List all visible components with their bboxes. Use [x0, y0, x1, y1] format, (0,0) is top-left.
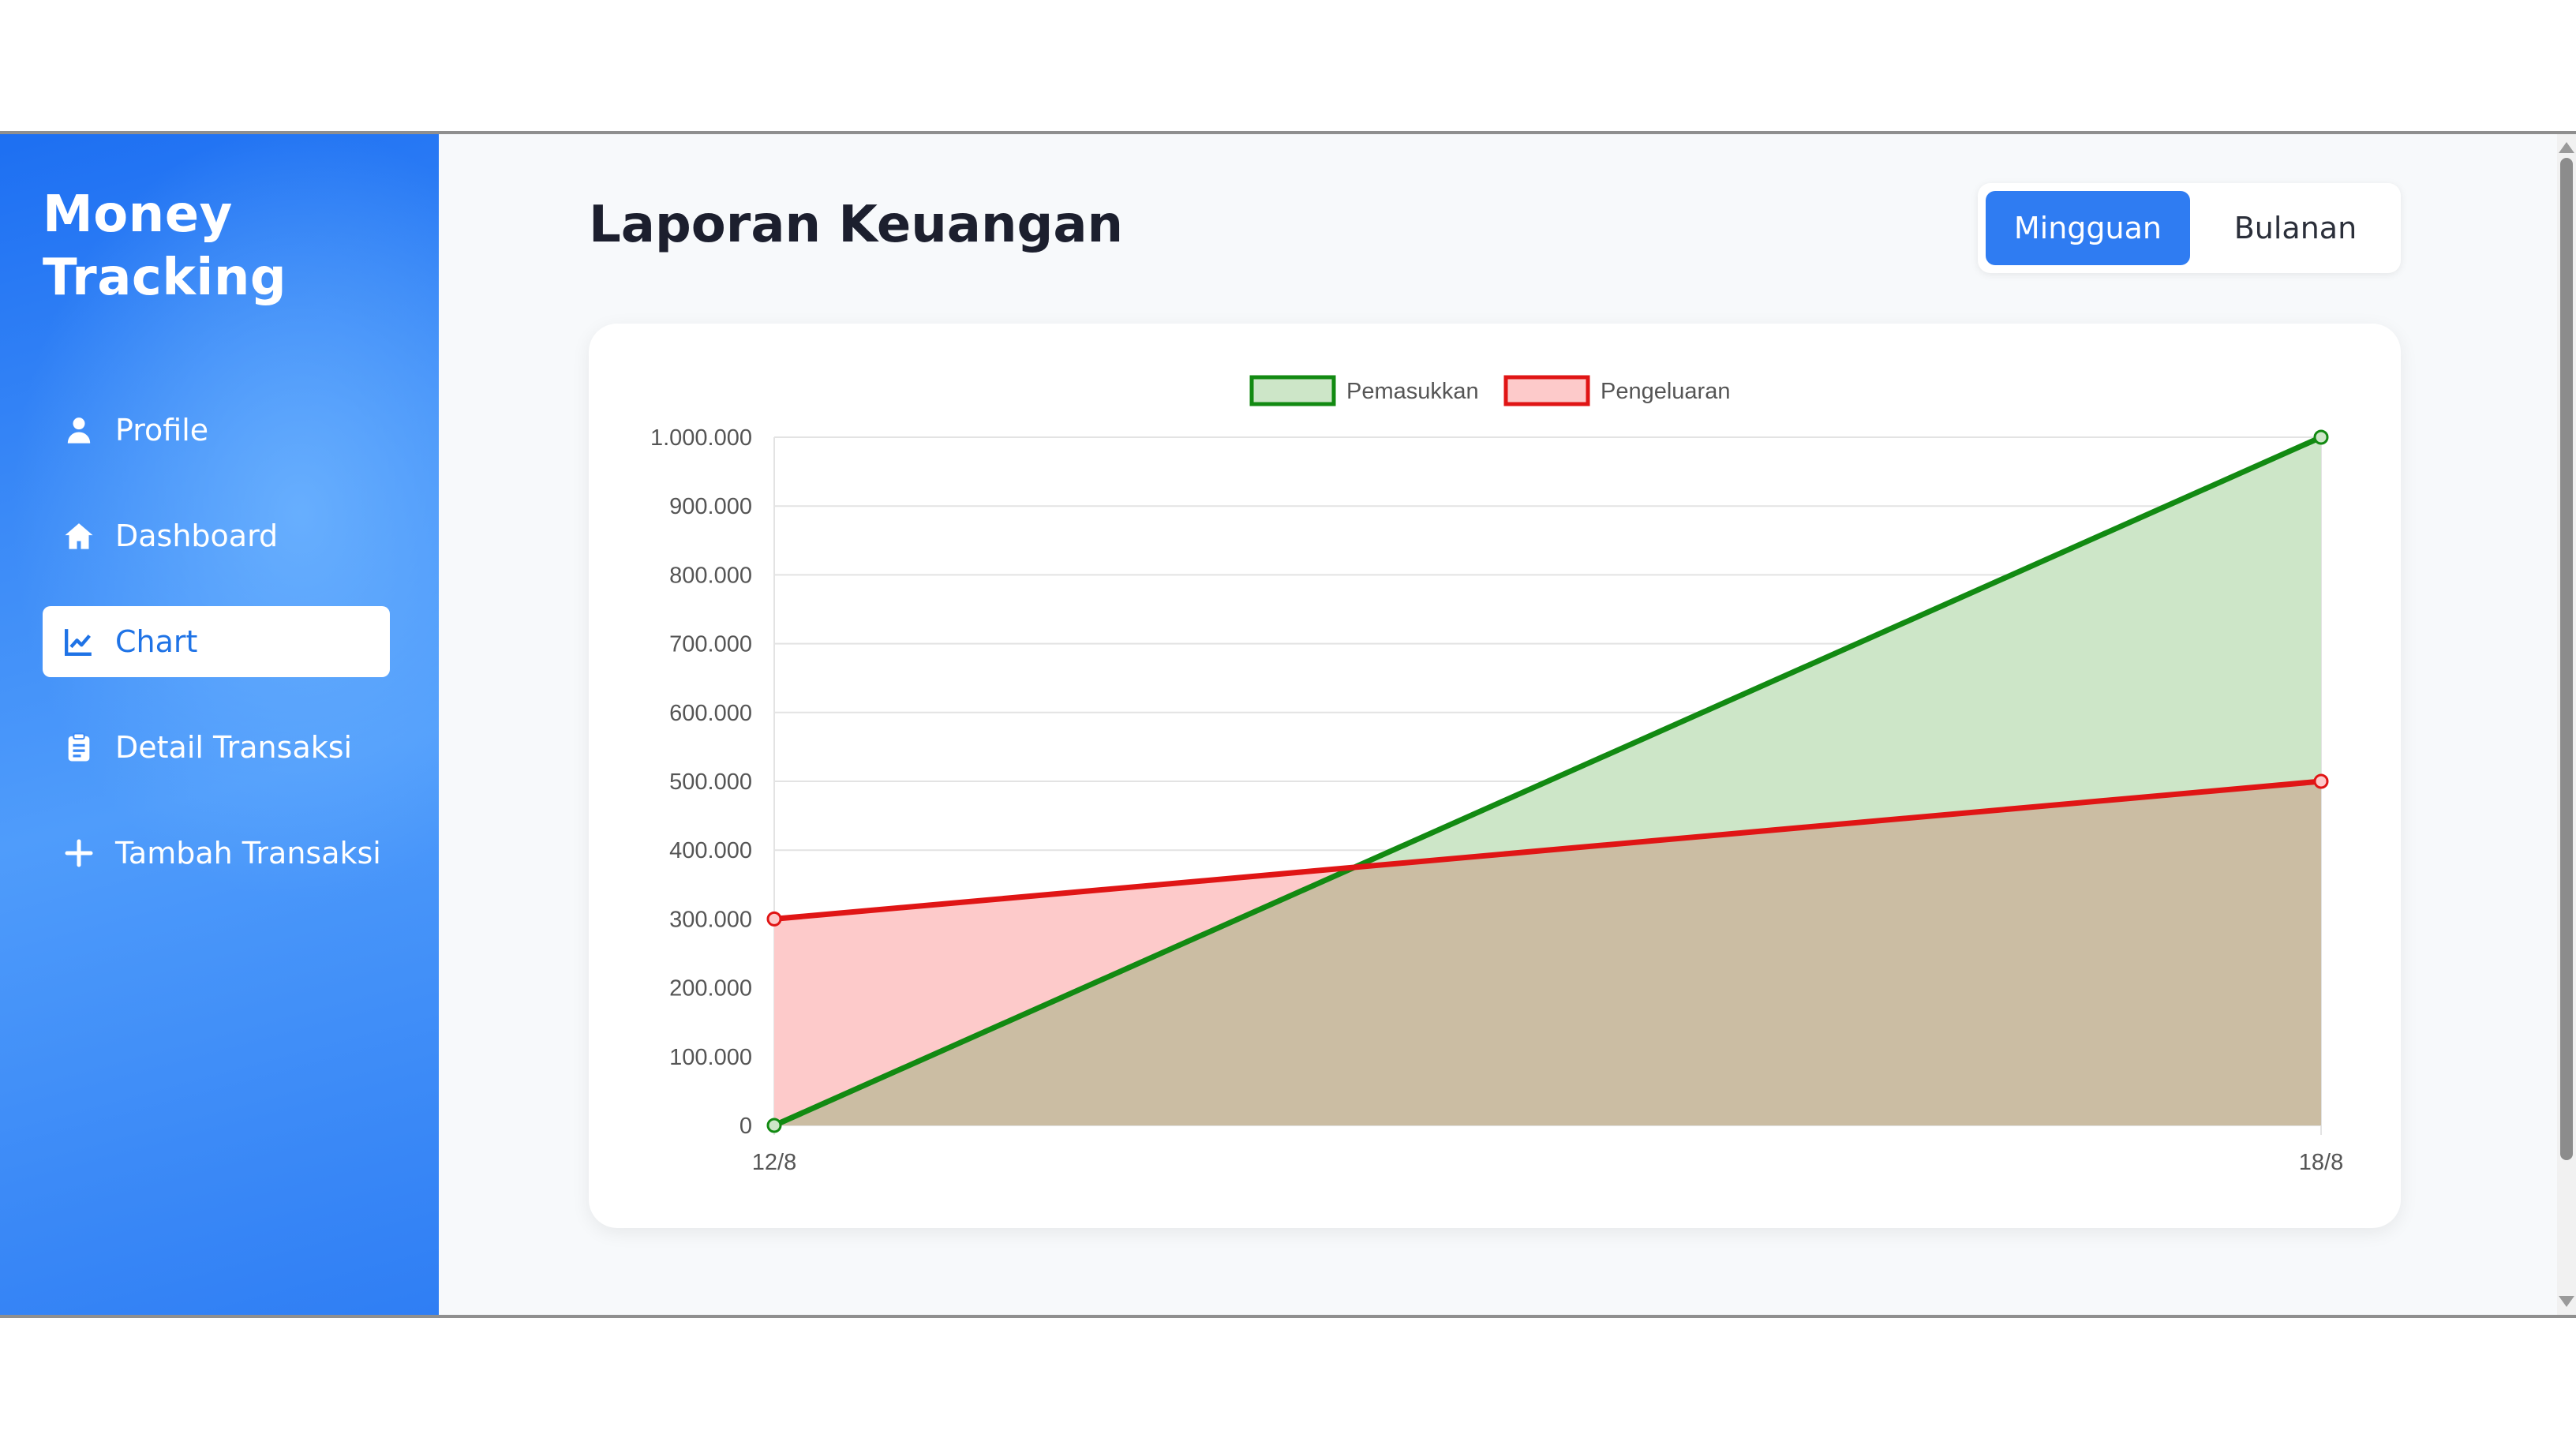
y-tick-label: 200.000 — [669, 976, 752, 1002]
legend-label: Pengeluaran — [1601, 379, 1730, 404]
x-tick-label: 12/8 — [752, 1150, 796, 1175]
scroll-down-arrow-icon[interactable] — [2559, 1296, 2574, 1307]
sidebar-item-tambah-transaksi[interactable]: Tambah Transaksi — [43, 818, 390, 889]
brand-logo-text: Money Tracking — [43, 183, 286, 309]
brand-line-1: Money — [43, 185, 233, 244]
y-tick-label: 800.000 — [669, 563, 752, 588]
y-tick-label: 700.000 — [669, 632, 752, 657]
series-pemasukkan-point — [766, 1118, 782, 1133]
sidebar-item-label: Profile — [115, 413, 209, 447]
scroll-up-arrow-icon[interactable] — [2559, 142, 2574, 153]
brand-line-2: Tracking — [43, 249, 287, 307]
y-tick-label: 100.000 — [669, 1045, 752, 1070]
vertical-scrollbar[interactable] — [2557, 134, 2576, 1315]
y-tick-label: 0 — [739, 1114, 752, 1139]
y-tick-label: 1.000.000 — [650, 425, 752, 451]
legend-item: Pemasukkan — [1249, 375, 1479, 406]
chart-card: 0 100.000 200.000 300.000 400.000 500.000 600.… — [589, 324, 2401, 1228]
sidebar: Money Tracking Profile Dashboard Chart D… — [0, 134, 439, 1315]
sidebar-item-label: Tambah Transaksi — [115, 836, 381, 871]
line-chart-icon — [62, 624, 96, 659]
user-icon — [62, 413, 96, 447]
y-tick-label: 600.000 — [669, 701, 752, 726]
sidebar-nav: Profile Dashboard Chart Detail Transaksi — [43, 395, 390, 923]
series-pemasukkan-point — [2313, 429, 2329, 445]
legend-item: Pengeluaran — [1503, 375, 1730, 406]
home-icon — [62, 519, 96, 553]
legend-label: Pemasukkan — [1346, 379, 1479, 404]
sidebar-item-profile[interactable]: Profile — [43, 395, 390, 466]
chart-legend: Pemasukkan Pengeluaran — [1249, 375, 1730, 406]
sidebar-item-label: Dashboard — [115, 519, 279, 553]
sidebar-item-chart[interactable]: Chart — [43, 606, 390, 677]
sidebar-item-label: Detail Transaksi — [115, 730, 353, 765]
main-content: Laporan Keuangan Mingguan Bulanan 0 100.0… — [439, 134, 2557, 1315]
monthly-button[interactable]: Bulanan — [2198, 191, 2393, 265]
y-tick-label: 500.000 — [669, 769, 752, 795]
legend-swatch — [1503, 375, 1590, 406]
y-tick-label: 300.000 — [669, 907, 752, 932]
y-tick-label: 400.000 — [669, 838, 752, 863]
series-pengeluaran-point — [2313, 773, 2329, 789]
app-window: Money Tracking Profile Dashboard Chart D… — [0, 131, 2576, 1318]
x-tick-label: 18/8 — [2299, 1150, 2343, 1175]
legend-swatch — [1249, 375, 1336, 406]
sidebar-item-dashboard[interactable]: Dashboard — [43, 500, 390, 571]
sidebar-item-detail-transaksi[interactable]: Detail Transaksi — [43, 712, 390, 783]
plus-icon — [62, 836, 96, 871]
series-pengeluaran-point — [766, 911, 782, 927]
scrollbar-thumb[interactable] — [2560, 158, 2573, 1160]
financial-chart: 0 100.000 200.000 300.000 400.000 500.000 600.… — [650, 375, 2343, 1175]
period-toggle: Mingguan Bulanan — [1978, 183, 2401, 273]
sidebar-item-label: Chart — [115, 624, 198, 659]
page-title: Laporan Keuangan — [589, 196, 1124, 254]
weekly-button[interactable]: Mingguan — [1986, 191, 2190, 265]
clipboard-icon — [62, 730, 96, 765]
y-tick-label: 900.000 — [669, 494, 752, 519]
